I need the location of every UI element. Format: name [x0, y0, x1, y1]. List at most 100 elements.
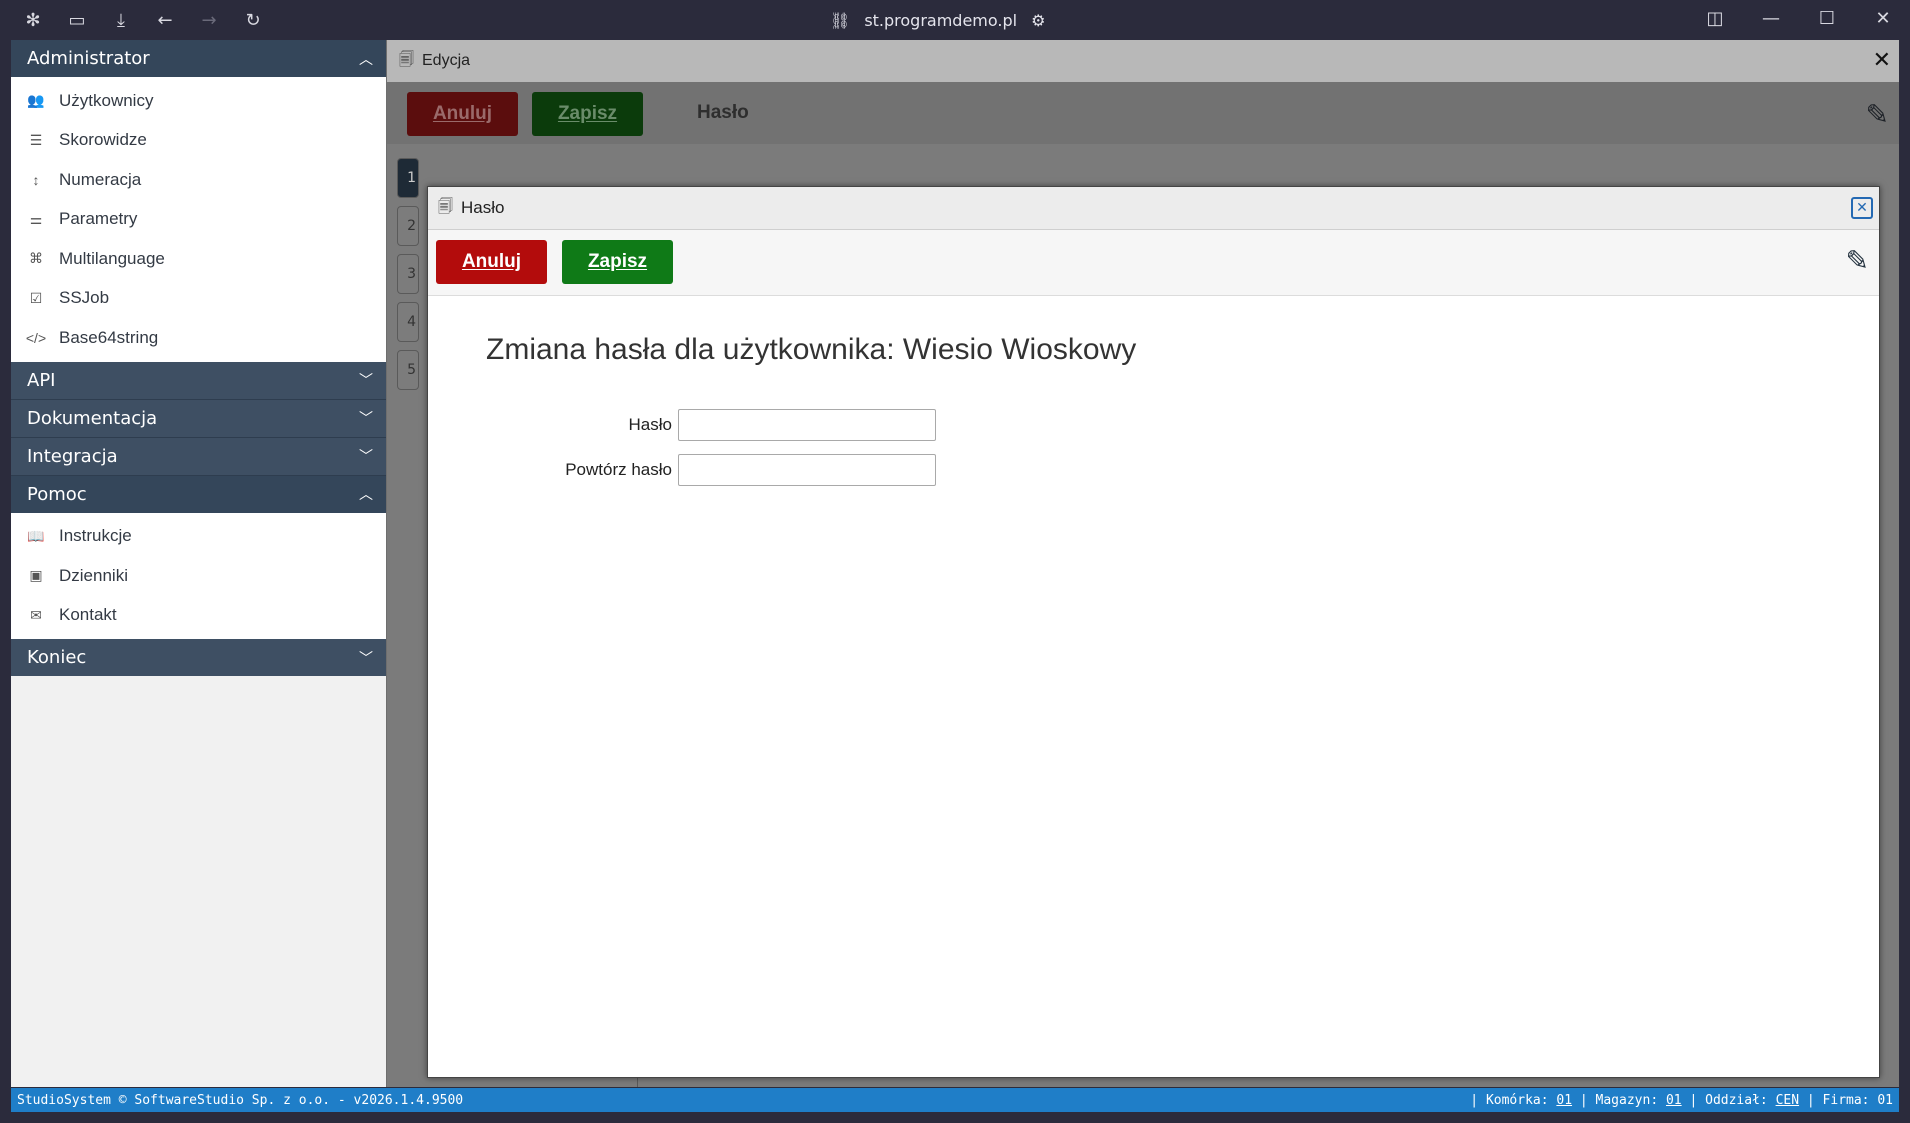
browser-nav: ✻ ▭ ⤓ ← → ↻ — [18, 8, 268, 32]
page-title: Zmiana hasła dla użytkownika: Wiesio Wio… — [486, 333, 1137, 366]
repeat-password-row: Powtórz hasło — [428, 454, 936, 486]
sidebar-item-uzytkownicy[interactable]: 👥 Użytkownicy — [11, 81, 386, 121]
sidebar-section-pomoc[interactable]: Pomoc ︿ — [11, 475, 386, 513]
edycja-label: Hasło — [697, 102, 749, 123]
dialog-toolbar: Anuluj Zapisz ✎ — [428, 230, 1879, 296]
signature-icon[interactable]: ✎ — [1866, 98, 1889, 131]
chevron-up-icon: ︿ — [359, 51, 373, 68]
sidebar-section-integracja[interactable]: Integracja ﹀ — [11, 437, 386, 475]
cancel-button[interactable]: Anuluj — [436, 240, 547, 284]
sidebar-section-koniec[interactable]: Koniec ﹀ — [11, 639, 386, 676]
sidebar-item-label: Instrukcje — [59, 526, 132, 546]
sidebar-section-api[interactable]: API ﹀ — [11, 361, 386, 399]
sidebar-item-skorowidze[interactable]: ☰ Skorowidze — [11, 121, 386, 161]
administrator-items: 👥 Użytkownicy ☰ Skorowidze ↕ Numeracja ⚌… — [11, 77, 386, 362]
repeat-password-input[interactable] — [678, 454, 936, 486]
sidebar-item-parametry[interactable]: ⚌ Parametry — [11, 200, 386, 240]
firma-label: Firma: — [1822, 1092, 1870, 1108]
komorka-label: Komórka: — [1485, 1092, 1549, 1108]
document-icon: 🗐 — [438, 197, 453, 215]
edycja-title: Edycja — [422, 52, 471, 69]
section-title: API — [27, 369, 56, 391]
sidebar-item-dzienniki[interactable]: ▣ Dzienniki — [11, 556, 386, 596]
section-title: Pomoc — [27, 483, 87, 505]
sidebar: Administrator ︿ 👥 Użytkownicy ☰ Skorowid… — [11, 40, 386, 1087]
sidebar-item-label: Dzienniki — [59, 565, 128, 585]
forward-icon[interactable]: → — [194, 8, 224, 32]
split-view-icon[interactable]: ◫ — [1698, 6, 1732, 30]
password-dialog: 🗐 Hasło ✕ Anuluj Zapisz ✎ Zmiana hasła d… — [427, 186, 1880, 1078]
dialog-title: Hasło — [461, 198, 505, 217]
sidebar-item-numeracja[interactable]: ↕ Numeracja — [11, 160, 386, 200]
reload-icon[interactable]: ↻ — [238, 8, 268, 32]
minimize-icon[interactable]: — — [1754, 6, 1788, 30]
sidebar-item-label: Użytkownicy — [59, 90, 154, 110]
journal-icon: ▣ — [29, 567, 43, 584]
sidebar-item-label: Skorowidze — [59, 130, 147, 150]
book-icon: 📖 — [27, 527, 45, 544]
sidebar-item-kontakt[interactable]: ✉ Kontakt — [11, 596, 386, 636]
sort-numeric-icon: ↕ — [32, 171, 40, 188]
status-bar: StudioSystem © SoftwareStudio Sp. z o.o.… — [11, 1088, 1899, 1112]
list-icon: ☰ — [29, 131, 43, 148]
sidebar-section-administrator[interactable]: Administrator ︿ — [11, 40, 386, 77]
sidebar-item-instrukcje[interactable]: 📖 Instrukcje — [11, 517, 386, 557]
chevron-down-icon: ﹀ — [359, 411, 373, 427]
back-icon[interactable]: ← — [150, 8, 180, 32]
sidebar-item-multilanguage[interactable]: ⌘ Multilanguage — [11, 239, 386, 279]
password-label: Hasło — [628, 415, 672, 434]
chevron-up-icon: ︿ — [359, 487, 373, 503]
edycja-tab[interactable]: 4 — [397, 302, 419, 342]
link-icon: ⛓ — [830, 10, 851, 30]
save-button[interactable]: Zapisz — [562, 240, 673, 284]
status-context: | Komórka: 01 | Magazyn: 01 | Oddział: C… — [1470, 1092, 1893, 1108]
password-input[interactable] — [678, 409, 936, 441]
close-window-icon[interactable]: ✕ — [1866, 6, 1900, 30]
oddzial-value[interactable]: CEN — [1776, 1093, 1799, 1108]
password-row: Hasło — [428, 409, 936, 441]
app-frame: Administrator ︿ 👥 Użytkownicy ☰ Skorowid… — [11, 40, 1899, 1087]
edycja-cancel-button[interactable]: Anuluj — [407, 92, 518, 136]
section-title: Administrator — [27, 48, 150, 69]
chevron-down-icon: ﹀ — [359, 650, 373, 667]
sidebar-toggle-icon[interactable]: ▭ — [62, 8, 92, 32]
maximize-icon[interactable]: ☐ — [1810, 6, 1844, 30]
section-title: Dokumentacja — [27, 407, 158, 429]
chevron-down-icon: ﹀ — [359, 449, 373, 465]
sidebar-item-label: Parametry — [59, 209, 138, 229]
edycja-tab[interactable]: 3 — [397, 254, 419, 294]
checklist-icon: ☑ — [29, 289, 43, 306]
pomoc-items: 📖 Instrukcje ▣ Dzienniki ✉ Kontakt — [11, 512, 386, 639]
magazyn-value[interactable]: 01 — [1666, 1093, 1682, 1108]
copyright-text: StudioSystem © SoftwareStudio Sp. z o.o.… — [17, 1092, 464, 1108]
chevron-down-icon: ﹀ — [359, 373, 373, 389]
section-title: Integracja — [27, 445, 118, 467]
signature-icon[interactable]: ✎ — [1846, 244, 1869, 277]
code-icon: </> — [25, 329, 47, 346]
browser-logo-icon[interactable]: ✻ — [18, 8, 48, 32]
section-title: Koniec — [27, 647, 87, 668]
repeat-password-label: Powtórz hasło — [565, 460, 672, 479]
site-settings-icon[interactable]: ⚙ — [1031, 11, 1045, 30]
sidebar-item-label: Kontakt — [59, 605, 117, 625]
download-icon[interactable]: ⤓ — [106, 8, 136, 32]
address-bar[interactable]: ⛓ st.programdemo.pl ⚙ — [830, 8, 1045, 32]
close-dialog-icon[interactable]: ✕ — [1851, 197, 1873, 219]
firma-value: 01 — [1877, 1092, 1893, 1108]
edycja-tab[interactable]: 2 — [397, 206, 419, 246]
sidebar-item-label: SSJob — [59, 288, 110, 308]
edycja-save-button[interactable]: Zapisz — [532, 92, 643, 136]
sidebar-item-base64string[interactable]: </> Base64string — [11, 318, 386, 358]
url-text: st.programdemo.pl — [864, 10, 1018, 30]
komorka-value[interactable]: 01 — [1556, 1093, 1572, 1108]
sidebar-item-ssjob[interactable]: ☑ SSJob — [11, 279, 386, 319]
dialog-title-bar: 🗐 Hasło — [428, 187, 1879, 230]
edycja-title-bar: 🗐 Edycja — [387, 40, 1899, 82]
sidebar-item-label: Multilanguage — [59, 248, 165, 268]
magazyn-label: Magazyn: — [1595, 1092, 1659, 1108]
sidebar-item-label: Base64string — [59, 327, 159, 347]
sidebar-section-dokumentacja[interactable]: Dokumentacja ﹀ — [11, 399, 386, 437]
edycja-tab[interactable]: 1 — [397, 158, 419, 198]
close-icon[interactable]: ✕ — [1873, 48, 1891, 73]
edycja-tab[interactable]: 5 — [397, 350, 419, 390]
